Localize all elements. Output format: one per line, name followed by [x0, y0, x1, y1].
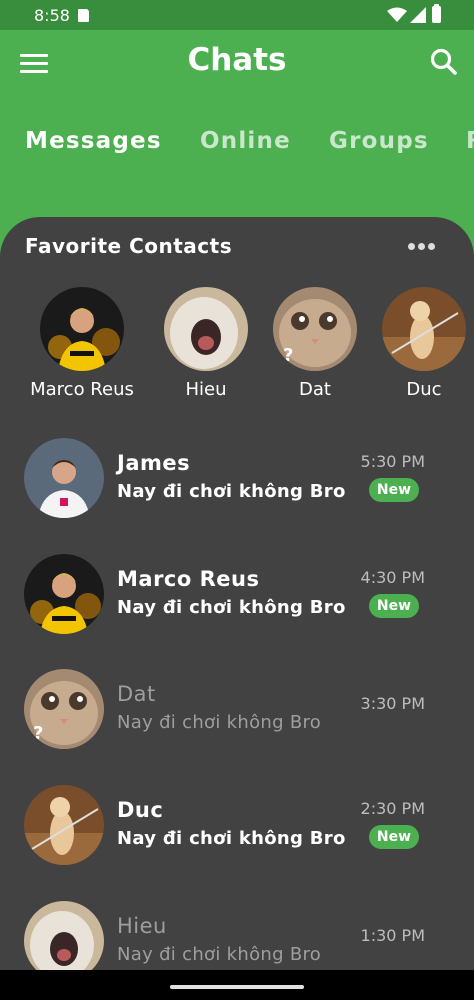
more-button[interactable]: [404, 233, 438, 259]
favorite-contact-name: Hieu: [185, 379, 227, 400]
chats-screen: 8:58 Chats Messages Online Groups R: [0, 0, 474, 1000]
chat-row[interactable]: Duc Nay đi chơi không Bro 2:30 PM New: [0, 785, 474, 885]
avatar: [382, 287, 466, 371]
avatar: [24, 554, 104, 634]
avatar: [164, 287, 248, 371]
chat-name: Hieu: [117, 914, 167, 938]
avatar: [24, 438, 104, 518]
chat-name: James: [117, 451, 191, 475]
chat-last-message: Nay đi chơi không Bro: [117, 712, 322, 733]
chat-time: 2:30 PM: [360, 799, 425, 818]
favorite-contacts-title: Favorite Contacts: [25, 234, 233, 258]
chat-name: Marco Reus: [117, 567, 260, 591]
svg-text:?: ?: [283, 345, 293, 366]
favorite-contacts-list: Marco Reus Hieu ? Dat Duc: [0, 287, 474, 407]
chat-row[interactable]: ? Dat Nay đi chơi không Bro 3:30 PM: [0, 669, 474, 769]
more-dot: [418, 243, 425, 250]
tab-messages[interactable]: Messages: [25, 128, 162, 154]
svg-text:?: ?: [33, 723, 43, 744]
tab-groups[interactable]: Groups: [329, 128, 429, 154]
system-navigation-bar: [0, 970, 474, 1000]
new-badge: New: [369, 478, 419, 502]
avatar: [24, 901, 104, 977]
page-title: Chats: [187, 42, 287, 78]
chat-row[interactable]: James Nay đi chơi không Bro 5:30 PM New: [0, 438, 474, 538]
wifi-icon: [387, 7, 407, 22]
chat-last-message: Nay đi chơi không Bro: [117, 481, 346, 502]
favorite-contact-name: Marco Reus: [30, 379, 134, 400]
avatar: [24, 785, 104, 865]
chat-name: Duc: [117, 798, 164, 822]
tab-online[interactable]: Online: [200, 128, 291, 154]
status-time: 8:58: [34, 6, 70, 25]
chat-panel: Favorite Contacts Marco Reus Hieu ? Dat …: [0, 217, 474, 977]
chat-time: 1:30 PM: [360, 926, 425, 945]
signal-icon: [410, 7, 426, 23]
search-icon: [430, 48, 457, 75]
chat-last-message: Nay đi chơi không Bro: [117, 828, 346, 849]
chat-row[interactable]: Hieu Nay đi chơi không Bro 1:30 PM: [0, 901, 474, 977]
app-bar: Chats: [0, 30, 474, 96]
chat-time: 5:30 PM: [360, 452, 425, 471]
new-badge: New: [369, 825, 419, 849]
chat-time: 4:30 PM: [360, 568, 425, 587]
sd-card-icon: [78, 9, 89, 22]
chat-time: 3:30 PM: [360, 694, 425, 713]
chat-name: Dat: [117, 682, 156, 706]
battery-icon: [432, 4, 441, 23]
avatar: [40, 287, 124, 371]
tab-requests[interactable]: R: [466, 128, 474, 154]
avatar: ?: [273, 287, 357, 371]
status-bar: 8:58: [0, 0, 474, 30]
chat-last-message: Nay đi chơi không Bro: [117, 597, 346, 618]
home-handle[interactable]: [170, 985, 304, 989]
more-dot: [428, 243, 435, 250]
search-button[interactable]: [424, 42, 464, 82]
chat-row[interactable]: Marco Reus Nay đi chơi không Bro 4:30 PM…: [0, 554, 474, 654]
chat-last-message: Nay đi chơi không Bro: [117, 944, 322, 965]
more-horizontal-icon: [408, 243, 415, 250]
tab-bar: Messages Online Groups R: [0, 128, 474, 168]
avatar: ?: [24, 669, 104, 749]
new-badge: New: [369, 594, 419, 618]
favorite-contact-name: Dat: [299, 379, 331, 400]
favorite-contact-name: Duc: [406, 379, 442, 400]
